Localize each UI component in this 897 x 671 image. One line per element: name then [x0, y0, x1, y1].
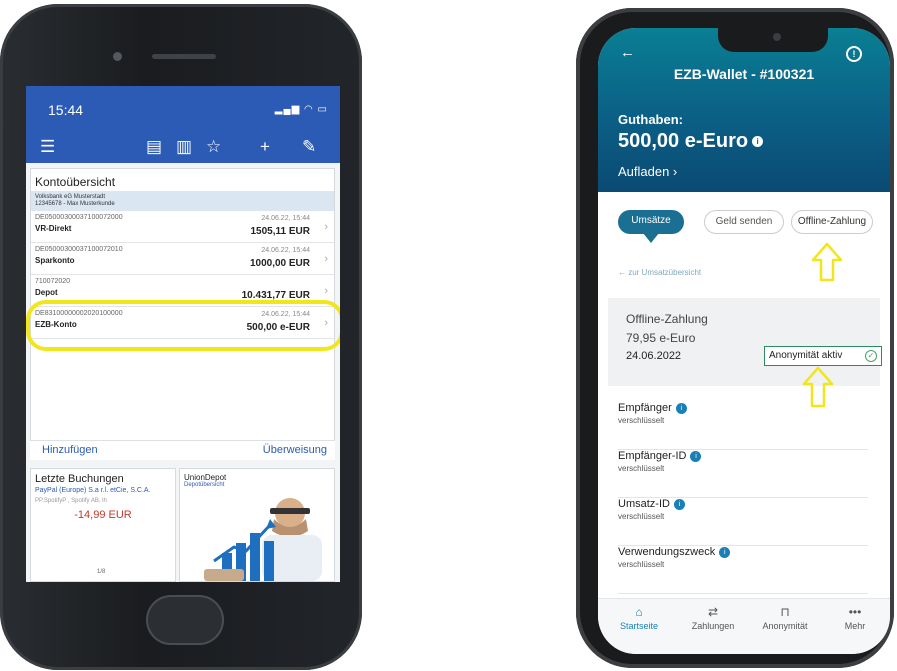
nav-home[interactable]: ⌂ Startseite: [604, 605, 674, 631]
menu-icon[interactable]: ☰: [40, 137, 55, 157]
check-circle-icon: ✓: [865, 350, 877, 362]
tile-title: UnionDepot: [184, 473, 227, 482]
speaker-grill: [152, 54, 216, 59]
chevron-right-icon: ›: [324, 285, 328, 297]
info-icon[interactable]: i: [719, 546, 731, 558]
field-purpose: Verwendungszweck i verschlüsselt: [618, 546, 868, 594]
account-actions: Hinzufügen Überweisung: [30, 440, 335, 460]
account-date: 24.06.22, 15:44: [261, 215, 310, 222]
customer-info: 12345678 - Max Musterkunde: [35, 201, 115, 207]
balance-label: Guthaben:: [618, 112, 683, 127]
info-icon[interactable]: i: [673, 498, 685, 510]
status-bar: 15:44 ▂▄▆ ◠ ▭: [26, 86, 340, 131]
add-account-link[interactable]: Hinzufügen: [42, 444, 98, 456]
app-toolbar: ☰ ▤ ▥ ☆ + ✎: [26, 131, 340, 163]
nav-label: Anonymität: [762, 621, 808, 631]
transfer-link[interactable]: Überweisung: [263, 444, 327, 456]
chevron-right-icon: ›: [324, 221, 328, 233]
balance-amount: 500,00 e-Euro: [618, 130, 749, 152]
bottom-tiles: Letzte Buchungen PayPal (Europe) S.a r.l…: [30, 468, 335, 582]
payment-type: Offline-Zahlung: [626, 312, 708, 326]
tab-send-money[interactable]: Geld senden: [704, 210, 784, 234]
status-time: 15:44: [48, 102, 84, 118]
user-profile-icon[interactable]: !: [846, 46, 862, 62]
euro-document-icon[interactable]: ▤: [146, 137, 162, 157]
nav-label: Zahlungen: [691, 621, 735, 631]
info-icon[interactable]: i: [675, 402, 687, 414]
home-button[interactable]: [146, 595, 224, 645]
front-camera-icon: [773, 33, 781, 41]
page-indicator: 1/8: [97, 569, 106, 575]
highlight-ring: [26, 300, 340, 351]
back-arrow-icon[interactable]: ←: [620, 44, 635, 61]
field-value: verschlüsselt: [618, 416, 665, 425]
anonymity-label: Anonymität aktiv: [769, 350, 843, 361]
account-balance: 1505,11 EUR: [250, 226, 311, 237]
field-value: verschlüsselt: [618, 512, 665, 521]
chevron-right-icon: ›: [324, 253, 328, 265]
field-label: Empfänger: [618, 402, 672, 414]
bank-name: Volksbank eG Musterstadt: [35, 194, 106, 200]
tab-offline-payment[interactable]: Offline-Zahlung: [791, 210, 873, 234]
signal-wifi-battery-icon: ▂▄▆ ◠ ▭: [274, 104, 328, 115]
transfer-arrows-icon: ⇄: [707, 605, 719, 619]
recent-bookings-tile[interactable]: Letzte Buchungen PayPal (Europe) S.a r.l…: [30, 468, 176, 582]
bank-info: Volksbank eG Musterstadt 12345678 - Max …: [31, 191, 334, 211]
nav-label: Mehr: [844, 621, 866, 631]
account-iban: 710072020: [35, 278, 71, 285]
payment-date: 24.06.2022: [626, 350, 682, 362]
account-date: 24.06.22, 15:44: [261, 247, 310, 254]
tile-title: Letzte Buchungen: [35, 473, 124, 485]
field-label: Empfänger-ID: [618, 450, 687, 462]
field-value: verschlüsselt: [618, 464, 665, 473]
more-dots-icon: •••: [848, 605, 862, 619]
card-title: Kontoübersicht: [35, 175, 116, 189]
add-icon[interactable]: +: [260, 137, 270, 157]
edit-icon[interactable]: ✎: [302, 137, 316, 157]
front-camera-icon: [113, 52, 122, 61]
lock-icon: ⊓: [780, 605, 790, 619]
account-balance: 1000,00 EUR: [249, 258, 310, 269]
star-settings-icon[interactable]: ☆: [206, 137, 221, 157]
field-label: Umsatz-ID: [618, 498, 670, 510]
anonymity-badge: Anonymität aktiv ✓: [764, 346, 882, 366]
document-icon[interactable]: ▥: [176, 137, 192, 157]
union-depot-tile[interactable]: UnionDepot Depotübersicht: [179, 468, 335, 582]
booking-reference: PP.SpotifyP , Spotify AB, lh: [35, 498, 107, 504]
left-screen: 15:44 ▂▄▆ ◠ ▭ ☰ ▤ ▥ ☆ + ✎ Kontoübersicht…: [26, 86, 340, 582]
field-value: verschlüsselt: [618, 560, 665, 569]
field-recipient-id: Empfänger-ID i verschlüsselt: [618, 450, 868, 498]
investor-chart-illustration: [204, 498, 322, 581]
wallet-title: EZB-Wallet - #100321: [673, 66, 815, 82]
booking-amount: -14,99 EUR: [74, 509, 132, 521]
field-label: Verwendungszweck: [618, 546, 716, 558]
offline-payment-card: Offline-Zahlung 79,95 e-Euro 24.06.2022 …: [608, 298, 882, 386]
account-row[interactable]: DE05000300037100072010 Sparkonto 24.06.2…: [31, 243, 334, 275]
account-row[interactable]: DE05000300037100072000 VR-Direkt 24.06.2…: [31, 211, 334, 243]
bottom-navigation: ⌂ Startseite ⇄ Zahlungen ⊓ Anonymität ••• Me…: [598, 598, 890, 654]
topup-link[interactable]: Aufladen ›: [618, 164, 677, 179]
arrow-up-annotation-icon: [811, 242, 843, 282]
tab-transactions[interactable]: Umsätze: [618, 210, 684, 243]
nav-anonymity[interactable]: ⊓ Anonymität: [750, 605, 820, 631]
nav-more[interactable]: ••• Mehr: [820, 605, 890, 631]
info-icon[interactable]: i: [752, 136, 764, 148]
right-screen: ← EZB-Wallet - #100321 ! Guthaben: 500,0…: [598, 28, 890, 654]
wallet-header: ← EZB-Wallet - #100321 ! Guthaben: 500,0…: [598, 28, 890, 192]
home-icon: ⌂: [635, 605, 643, 619]
field-recipient: Empfänger i verschlüsselt: [618, 402, 868, 450]
nav-payments[interactable]: ⇄ Zahlungen: [678, 605, 748, 631]
nav-label: Startseite: [619, 621, 659, 631]
field-transaction-id: Umsatz-ID i verschlüsselt: [618, 498, 868, 546]
back-to-overview-link[interactable]: ← zur Umsatzübersicht: [618, 268, 701, 277]
info-icon[interactable]: i: [690, 450, 702, 462]
balance-value: 500,00 e-Euro i: [618, 130, 764, 153]
payment-amount: 79,95 e-Euro: [626, 331, 696, 345]
stage: 15:44 ▂▄▆ ◠ ▭ ☰ ▤ ▥ ☆ + ✎ Kontoübersicht…: [0, 0, 897, 671]
booking-payee: PayPal (Europe) S.a r.l. etCie, S.C.A.: [35, 487, 151, 494]
tile-subtitle: Depotübersicht: [184, 482, 225, 488]
